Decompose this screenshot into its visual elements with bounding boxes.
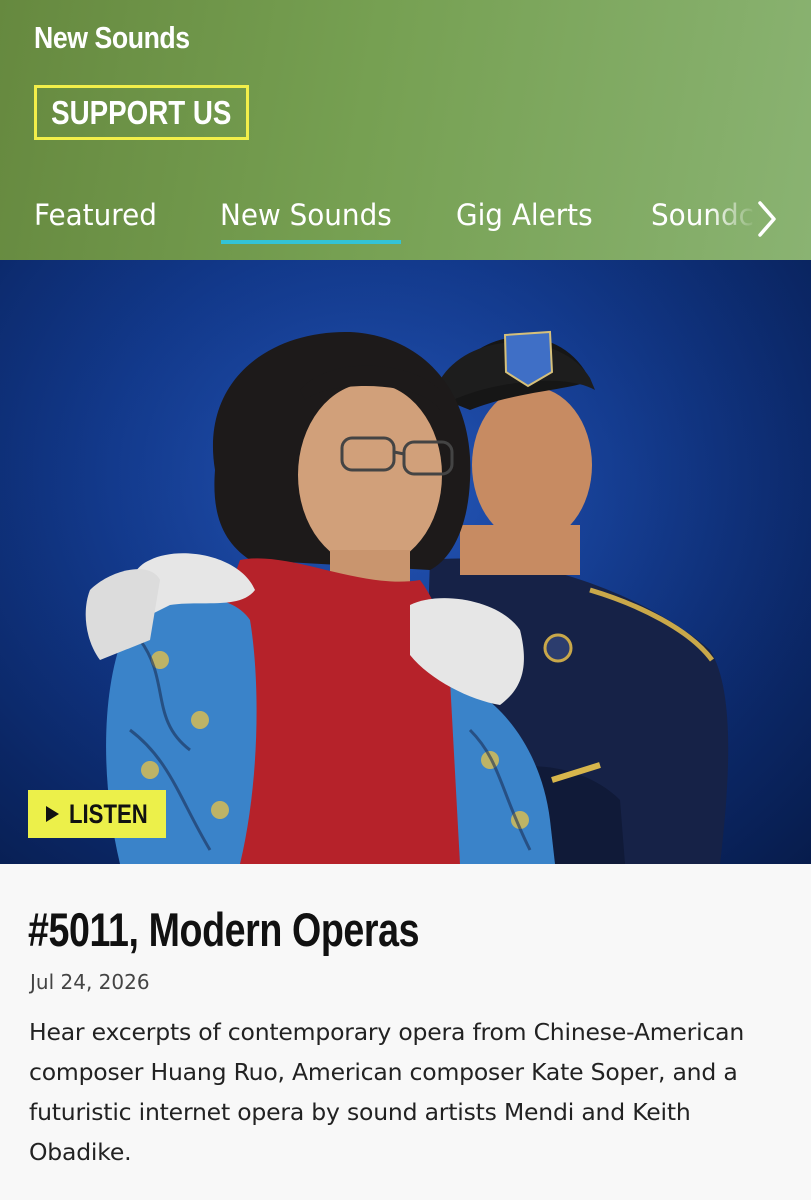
chevron-right-icon (758, 201, 776, 237)
tab-featured[interactable]: Featured (34, 198, 157, 232)
opera-performers-photo (0, 260, 811, 864)
episode-hero-image[interactable]: LISTEN (0, 260, 811, 864)
active-tab-indicator (221, 240, 401, 244)
nav-scroll-right-button[interactable] (752, 194, 782, 244)
listen-label: LISTEN (69, 798, 148, 829)
tab-soundcheck[interactable]: Soundcheck (651, 198, 757, 232)
episode-date: Jul 24, 2026 (30, 970, 150, 994)
episode-title[interactable]: #5011, Modern Operas (28, 902, 420, 957)
site-header: New Sounds SUPPORT US Featured New Sound… (0, 0, 811, 260)
section-nav: Featured New Sounds Gig Alerts Soundchec… (0, 190, 811, 250)
support-us-button[interactable]: SUPPORT US (34, 85, 249, 140)
brand-title[interactable]: New Sounds (34, 20, 190, 56)
support-us-label: SUPPORT US (51, 93, 232, 131)
episode-description: Hear excerpts of contemporary opera from… (29, 1018, 745, 1166)
tab-gig-alerts[interactable]: Gig Alerts (456, 198, 593, 232)
play-icon (46, 806, 59, 822)
episode-card: #5011, Modern Operas Jul 24, 2026 Hear e… (0, 864, 811, 1200)
listen-button[interactable]: LISTEN (28, 790, 166, 838)
tab-new-sounds[interactable]: New Sounds (220, 198, 392, 232)
